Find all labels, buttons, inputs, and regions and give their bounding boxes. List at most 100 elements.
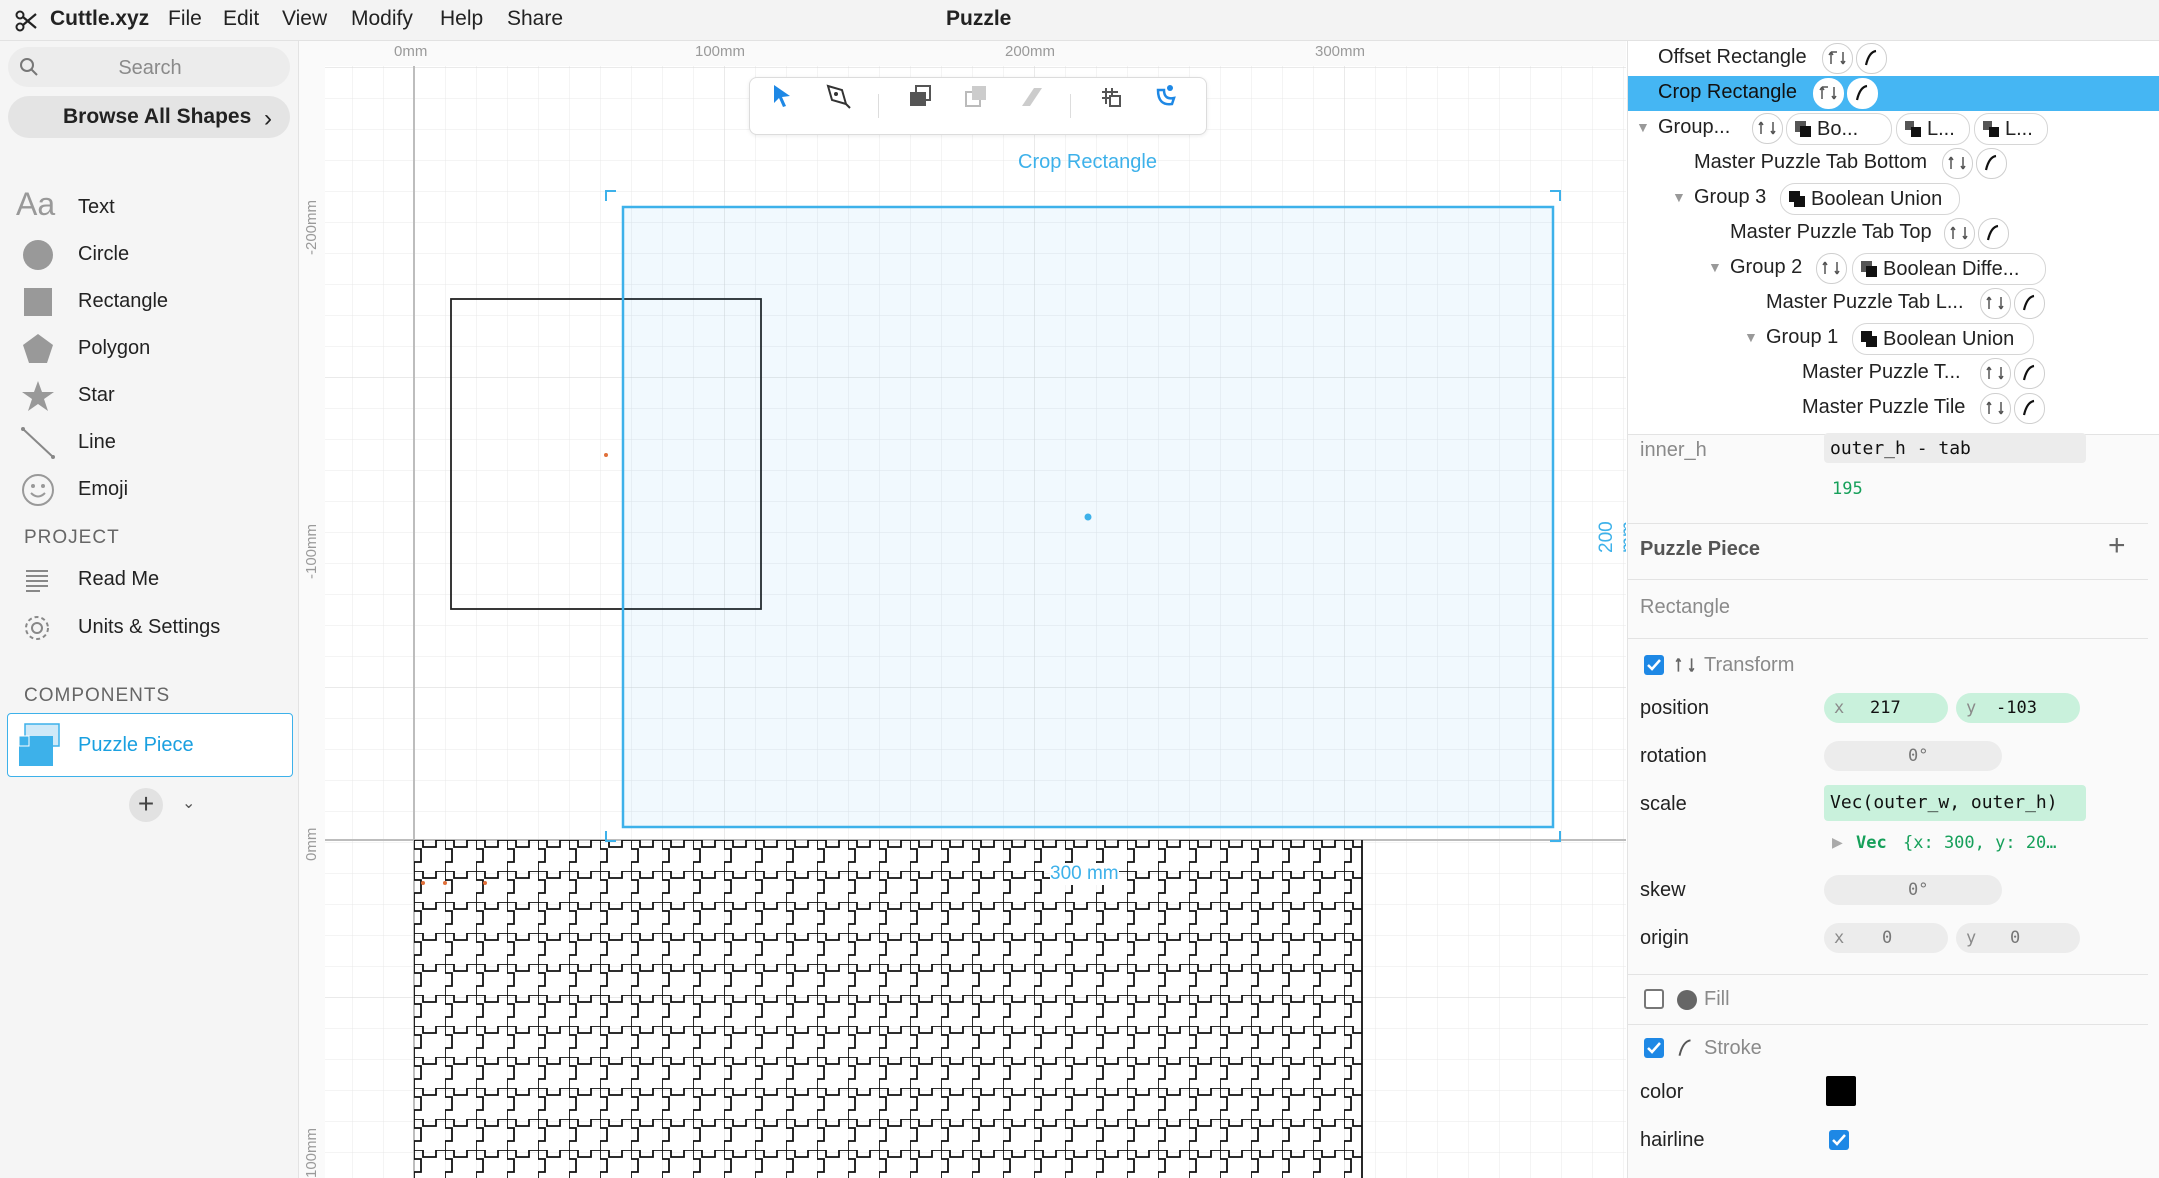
bring-front-icon[interactable] xyxy=(902,78,938,114)
menu-edit[interactable]: Edit xyxy=(223,7,259,31)
transform-toggle-icon[interactable] xyxy=(1944,218,1975,249)
position-label: position xyxy=(1640,697,1709,719)
expand-triangle-icon[interactable]: ▶ xyxy=(1832,834,1843,851)
boolean-pill[interactable]: Boolean Union xyxy=(1780,183,1960,215)
add-component-button[interactable]: + xyxy=(129,788,163,822)
transform-toggle-icon[interactable] xyxy=(1816,253,1847,284)
shape-line[interactable]: Line xyxy=(0,421,298,465)
boolean-pill[interactable]: Bo... xyxy=(1786,113,1892,145)
fill-checkbox[interactable] xyxy=(1644,989,1664,1009)
shape-polygon[interactable]: Polygon xyxy=(0,327,298,371)
transform-toggle-icon[interactable] xyxy=(1822,43,1853,74)
menu-view[interactable]: View xyxy=(282,7,327,31)
origin-y-field[interactable]: y 0 xyxy=(1956,923,2080,953)
browse-all-shapes-button[interactable]: Browse All Shapes › xyxy=(8,96,290,138)
shape-polygon-label: Polygon xyxy=(78,337,151,359)
skew-field[interactable]: 0° xyxy=(1824,875,2002,905)
stroke-toggle-icon[interactable] xyxy=(1978,218,2009,249)
transform-toggle-icon[interactable] xyxy=(1980,358,2011,389)
project-read-me[interactable]: Read Me xyxy=(0,559,298,599)
components-heading: COMPONENTS xyxy=(24,685,171,706)
transform-toggle-icon[interactable] xyxy=(1813,78,1844,109)
select-arrow-icon[interactable] xyxy=(764,78,800,114)
width-dimension-label: 300 mm xyxy=(1050,863,1119,885)
stroke-toggle-icon[interactable] xyxy=(1856,43,1887,74)
document-title[interactable]: Puzzle xyxy=(946,7,1011,31)
shape-rectangle[interactable]: Rectangle xyxy=(0,280,298,324)
stroke-color-swatch[interactable] xyxy=(1826,1076,1856,1106)
collapse-triangle-icon[interactable]: ▼ xyxy=(1636,119,1650,135)
snap-grid-icon[interactable] xyxy=(1092,78,1128,114)
pen-tool-icon[interactable] xyxy=(820,78,856,114)
transform-toggle-icon[interactable] xyxy=(1942,148,1973,179)
scale-expression-field[interactable]: Vec(outer_w, outer_h) xyxy=(1824,785,2086,821)
position-x-field[interactable]: x 217 xyxy=(1824,693,1948,723)
stroke-checkbox[interactable] xyxy=(1644,1038,1664,1058)
stroke-toggle-icon[interactable] xyxy=(2014,358,2045,389)
send-back-icon[interactable] xyxy=(958,78,994,114)
stroke-toggle-icon[interactable] xyxy=(1847,78,1878,109)
stroke-toggle-icon[interactable] xyxy=(2014,393,2045,424)
boolean-pill[interactable]: L... xyxy=(1896,113,1970,145)
stroke-toggle-icon[interactable] xyxy=(1976,148,2007,179)
menu-file[interactable]: File xyxy=(168,7,202,31)
shape-rectangle-label: Rectangle xyxy=(78,290,169,312)
collapse-triangle-icon[interactable]: ▼ xyxy=(1672,189,1686,205)
transform-checkbox[interactable] xyxy=(1644,655,1664,675)
menu-modify[interactable]: Modify xyxy=(351,7,413,31)
tree-row-master-puzzle-tab-l[interactable]: Master Puzzle Tab L... xyxy=(1628,286,2159,321)
project-units-settings[interactable]: Units & Settings xyxy=(0,607,298,647)
flip-icon[interactable] xyxy=(1014,78,1050,114)
origin-x-field[interactable]: x 0 xyxy=(1824,923,1948,953)
tree-row-master-puzzle-tile[interactable]: Master Puzzle Tile xyxy=(1628,391,2159,426)
inner-h-expression-field[interactable]: outer_h - tab xyxy=(1824,433,2086,463)
tree-row-crop-rectangle[interactable]: Crop Rectangle xyxy=(1628,76,2159,111)
snap-magnet-icon[interactable] xyxy=(1148,78,1184,114)
canvas[interactable]: 0mm 100mm 200mm 300mm -200mm -100mm 0mm … xyxy=(299,41,1626,1178)
boolean-icon xyxy=(1983,121,1999,137)
chevron-down-icon[interactable]: ⌄ xyxy=(182,793,195,813)
ruler-left-label: 100mm xyxy=(303,1127,320,1178)
tree-row-label: Group 1 xyxy=(1766,326,1839,348)
tree-row-group-3[interactable]: ▼ Group 3 Boolean Union xyxy=(1628,181,2159,216)
shape-type-label: Rectangle xyxy=(1640,596,1731,618)
shape-emoji[interactable]: Emoji xyxy=(0,468,298,512)
tree-row-master-puzzle-tab-bottom[interactable]: Master Puzzle Tab Bottom xyxy=(1628,146,2159,181)
circle-icon xyxy=(23,240,53,270)
menu-help[interactable]: Help xyxy=(440,7,483,31)
position-y-field[interactable]: y -103 xyxy=(1956,693,2080,723)
boolean-pill[interactable]: L... xyxy=(1974,113,2048,145)
height-dimension-label: 200 mm xyxy=(1596,521,1626,553)
boolean-pill[interactable]: Boolean Diffe... xyxy=(1852,253,2046,285)
tree-row-offset-rectangle[interactable]: Offset Rectangle xyxy=(1628,41,2159,76)
canvas-drawing[interactable] xyxy=(299,41,1626,1178)
component-puzzle-piece[interactable]: Puzzle Piece xyxy=(7,713,293,777)
offset-rectangle-origin xyxy=(604,453,608,457)
divider xyxy=(1628,523,2148,524)
tree-row-master-puzzle-t[interactable]: Master Puzzle T... xyxy=(1628,356,2159,391)
search-input[interactable] xyxy=(48,51,252,85)
collapse-triangle-icon[interactable]: ▼ xyxy=(1744,329,1758,345)
stroke-toggle-icon[interactable] xyxy=(2014,288,2045,319)
tile-origin-dot xyxy=(483,881,487,885)
transform-toggle-icon[interactable] xyxy=(1980,393,2011,424)
menu-share[interactable]: Share xyxy=(507,7,563,31)
tree-row-group-1[interactable]: ▼ Group 1 Boolean Union xyxy=(1628,321,2159,356)
search-box[interactable] xyxy=(8,47,290,87)
puzzle-tiling[interactable] xyxy=(414,840,1362,1178)
tree-row-group-2[interactable]: ▼ Group 2 Boolean Diffe... xyxy=(1628,251,2159,286)
tree-row-group[interactable]: ▼ Group... Bo... L... L... xyxy=(1628,111,2159,146)
shape-text[interactable]: Aa Text xyxy=(0,186,298,230)
scale-result-value: {x: 300, y: 20… xyxy=(1903,833,2057,853)
boolean-pill[interactable]: Boolean Union xyxy=(1852,323,2034,355)
shape-star[interactable]: Star xyxy=(0,374,298,418)
collapse-triangle-icon[interactable]: ▼ xyxy=(1708,259,1722,275)
transform-toggle-icon[interactable] xyxy=(1752,113,1783,144)
skew-value: 0° xyxy=(1908,880,1929,900)
tree-row-master-puzzle-tab-top[interactable]: Master Puzzle Tab Top xyxy=(1628,216,2159,251)
rotation-field[interactable]: 0° xyxy=(1824,741,2002,771)
add-parameter-icon[interactable]: + xyxy=(2108,529,2126,563)
transform-toggle-icon[interactable] xyxy=(1980,288,2011,319)
hairline-checkbox[interactable] xyxy=(1829,1130,1849,1150)
shape-circle[interactable]: Circle xyxy=(0,233,298,277)
